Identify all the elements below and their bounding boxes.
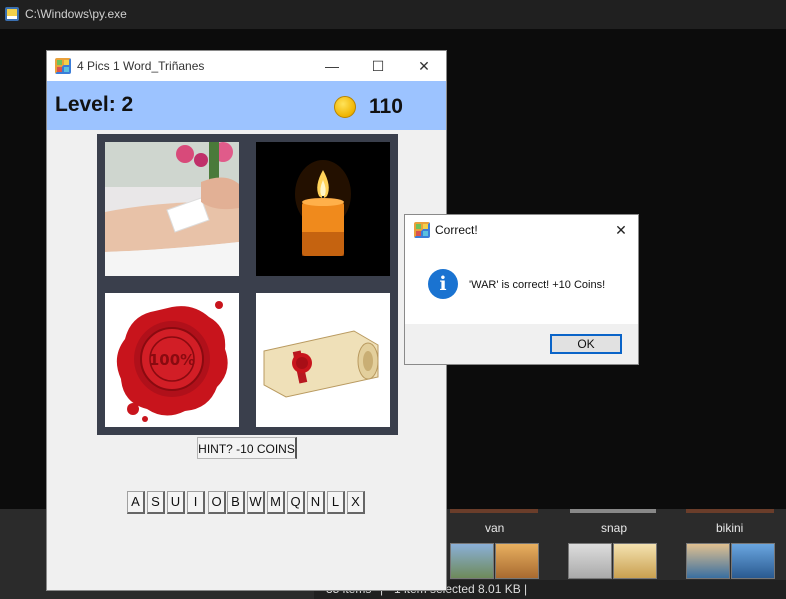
coin-icon <box>334 96 356 118</box>
letter-tile[interactable]: B <box>227 491 245 514</box>
sealed-scroll-image <box>256 293 390 427</box>
maximize-button[interactable]: ☐ <box>355 51 401 81</box>
dialog-body: i 'WAR' is correct! +10 Coins! <box>405 245 638 324</box>
letter-tile[interactable]: Q <box>287 491 305 514</box>
dialog-title: Correct! <box>435 223 478 237</box>
thumb-strip <box>686 509 774 513</box>
thumbnail[interactable] <box>495 543 539 579</box>
window-title: 4 Pics 1 Word_Triñanes <box>77 59 205 73</box>
console-titlebar: C:\Windows\py.exe <box>0 0 786 29</box>
dialog-message: 'WAR' is correct! +10 Coins! <box>469 279 606 291</box>
letter-tile[interactable]: O <box>208 491 226 514</box>
app-icon <box>414 222 430 238</box>
candle-image <box>256 142 390 276</box>
close-button[interactable]: ✕ <box>401 51 447 81</box>
svg-text:100%: 100% <box>149 351 195 369</box>
game-titlebar[interactable]: 4 Pics 1 Word_Triñanes — ☐ ✕ <box>47 51 446 81</box>
minimize-button[interactable]: — <box>309 51 355 81</box>
wax-seal-image: 100% <box>105 293 239 427</box>
ok-button[interactable]: OK <box>550 334 622 354</box>
thumbnail[interactable] <box>450 543 494 579</box>
dialog-close-button[interactable]: ✕ <box>604 215 638 245</box>
folder-label-bikini[interactable]: bikini <box>716 521 743 535</box>
thumbnail[interactable] <box>613 543 657 579</box>
picture-grid: 100% <box>97 134 398 435</box>
thumbnail[interactable] <box>568 543 612 579</box>
dialog-titlebar[interactable]: Correct! ✕ <box>405 215 638 245</box>
thumbnail[interactable] <box>686 543 730 579</box>
letter-tile[interactable]: U <box>167 491 185 514</box>
thumb-strip <box>450 509 538 513</box>
letter-tile[interactable]: X <box>347 491 365 514</box>
letter-tile[interactable]: S <box>147 491 165 514</box>
correct-dialog: Correct! ✕ i 'WAR' is correct! +10 Coins… <box>404 214 639 365</box>
console-title: C:\Windows\py.exe <box>25 7 127 21</box>
thumbnail[interactable] <box>731 543 775 579</box>
letter-tile[interactable]: M <box>267 491 285 514</box>
letter-tile[interactable]: L <box>327 491 345 514</box>
game-header: Level: 2 110 <box>47 81 446 130</box>
thumb-strip <box>570 509 656 513</box>
letter-tile[interactable]: N <box>307 491 325 514</box>
app-icon <box>55 58 71 74</box>
coin-count: 110 <box>369 95 403 118</box>
status-separator: | <box>524 582 528 596</box>
game-window: 4 Pics 1 Word_Triñanes — ☐ ✕ Level: 2 11… <box>46 50 447 591</box>
level-label: Level: 2 <box>55 93 134 116</box>
folder-label-van[interactable]: van <box>485 521 504 535</box>
waxing-strip-image <box>105 142 239 276</box>
folder-label-snap[interactable]: snap <box>601 521 627 535</box>
info-icon: i <box>428 269 458 299</box>
letter-tile[interactable]: A <box>127 491 145 514</box>
hint-button[interactable]: HINT? -10 COINS <box>197 437 297 459</box>
python-icon <box>5 7 19 21</box>
letter-tile[interactable]: I <box>187 491 205 514</box>
letter-tile[interactable]: W <box>247 491 265 514</box>
